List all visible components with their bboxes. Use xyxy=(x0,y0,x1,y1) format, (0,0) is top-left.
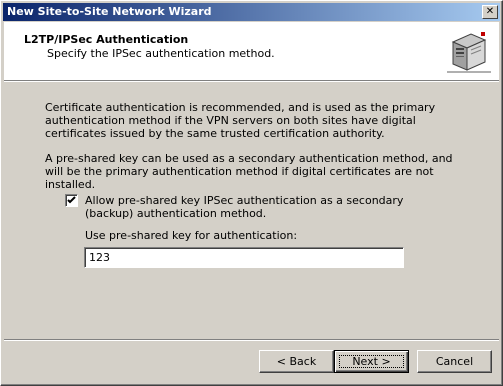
page-subtitle: Specify the IPSec authentication method. xyxy=(47,47,275,60)
allow-preshared-key-label[interactable]: Allow pre-shared key IPSec authenticatio… xyxy=(85,194,405,220)
header-divider xyxy=(4,80,499,82)
focus-rect xyxy=(339,355,404,368)
certificate-info-text: Certificate authentication is recommende… xyxy=(45,101,436,140)
close-button[interactable]: ✕ xyxy=(482,5,498,19)
preshared-key-info-text: A pre-shared key can be used as a second… xyxy=(45,152,453,191)
allow-preshared-key-checkbox[interactable] xyxy=(65,194,78,207)
network-server-icon xyxy=(447,32,491,73)
footer-divider xyxy=(4,339,499,341)
preshared-key-label: Use pre-shared key for authentication: xyxy=(85,229,298,242)
next-button[interactable]: Next > xyxy=(334,350,409,373)
cancel-button[interactable]: Cancel xyxy=(417,350,492,373)
wizard-window: New Site-to-Site Network Wizard ✕ L2TP/I… xyxy=(0,0,503,386)
back-button[interactable]: < Back xyxy=(259,350,334,373)
page-title: L2TP/IPSec Authentication xyxy=(24,33,189,46)
wizard-header: L2TP/IPSec Authentication Specify the IP… xyxy=(4,22,499,80)
preshared-key-input[interactable]: 123 xyxy=(84,247,404,268)
checkmark-icon xyxy=(67,196,76,204)
window-title: New Site-to-Site Network Wizard xyxy=(7,5,212,18)
title-bar[interactable]: New Site-to-Site Network Wizard ✕ xyxy=(3,3,500,21)
close-icon: ✕ xyxy=(485,6,495,17)
